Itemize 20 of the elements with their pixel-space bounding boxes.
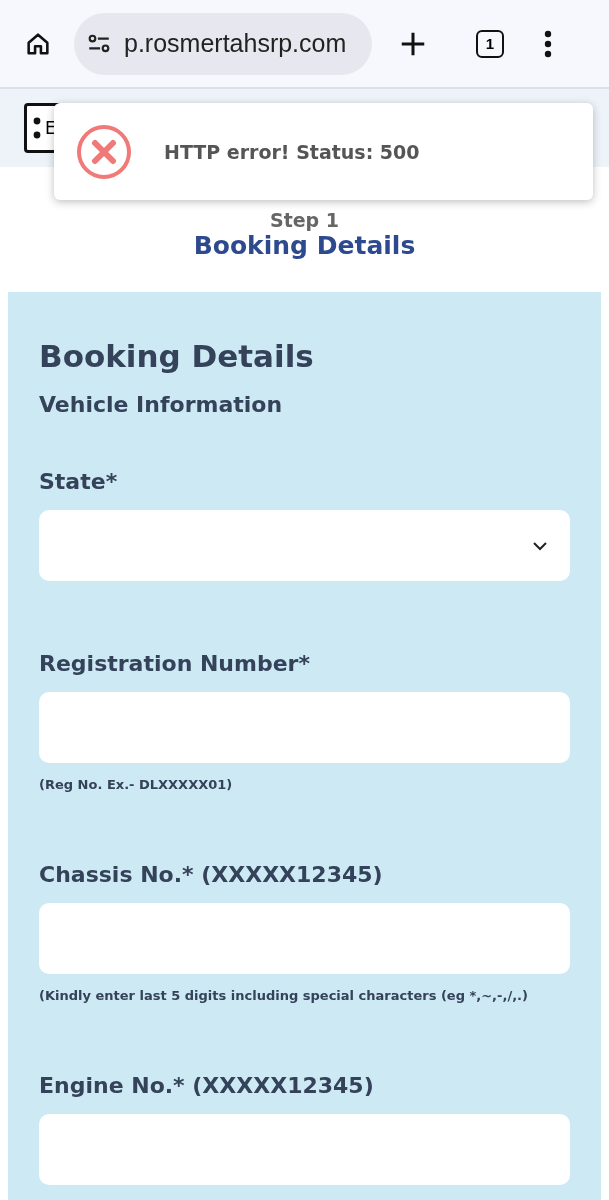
address-bar[interactable]: p.rosmertahsrp.com [74,12,372,75]
error-message: HTTP error! Status: 500 [164,140,420,163]
field-hint: (Kindly enter last 5 digits including special characters (eg *,~,-,/,.) [39,988,529,1003]
error-icon [76,123,132,180]
field-label: Chassis No.* (XXXXX12345) [39,862,384,887]
step-number: Step 1 [269,209,340,231]
input-field[interactable] [39,1114,570,1185]
input-field[interactable] [39,692,570,763]
chevron-down-icon [532,540,548,551]
url-text: p.rosmertahsrp.com [124,29,347,58]
input-field[interactable] [39,903,570,974]
step-title: Booking Details [193,231,416,260]
field-label: Registration Number* [39,651,311,676]
field-hint: (Reg No. Ex.- DLXXXXX01) [39,777,234,792]
tab-switcher-button[interactable]: 1 [476,29,504,58]
form-title: Booking Details [39,338,315,374]
more-options-icon[interactable] [544,29,552,58]
section-heading: Vehicle Information [39,392,284,417]
field-label: State* [39,469,119,494]
field-label: Engine No.* (XXXXX12345) [39,1073,375,1098]
